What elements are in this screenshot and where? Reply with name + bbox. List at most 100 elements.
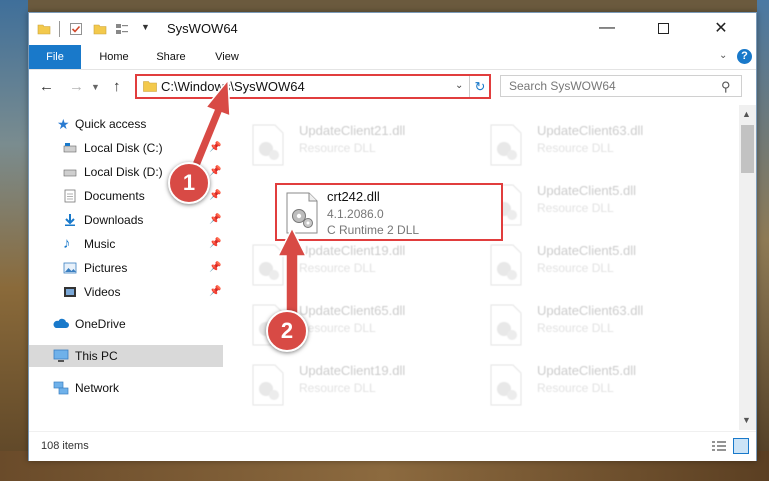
expand-ribbon-chevron-icon[interactable]: ⌄	[719, 50, 727, 61]
address-bar[interactable]: C:\Windows\SysWOW64 ⌄ ↻	[135, 74, 491, 99]
pin-icon[interactable]: 📌	[209, 209, 221, 231]
title-bar: ▼ SysWOW64 — ✕	[29, 13, 756, 45]
dll-file-icon	[490, 364, 522, 406]
sidebar-item-label: This PC	[75, 349, 118, 363]
scroll-down-icon[interactable]: ▼	[742, 415, 751, 425]
pin-icon[interactable]: 📌	[209, 137, 221, 159]
scroll-thumb[interactable]	[741, 125, 754, 173]
sidebar-item-this-pc[interactable]: This PC	[29, 345, 223, 367]
pin-icon[interactable]: 📌	[209, 281, 221, 303]
navigation-pane: ★ Quick access Local Disk (C:) 📌 Local D…	[29, 105, 225, 425]
file-name: UpdateClient5.dll	[537, 363, 637, 378]
cloud-icon	[53, 318, 69, 328]
sidebar-item-music[interactable]: ♪ Music 📌	[29, 233, 223, 255]
sidebar-item-label: Music	[84, 237, 116, 251]
file-type: Resource DLL	[537, 141, 614, 155]
refresh-icon[interactable]: ↻	[469, 76, 490, 97]
sidebar-item-network[interactable]: Network	[29, 377, 223, 399]
pin-icon[interactable]: 📌	[209, 185, 221, 207]
minimize-icon: —	[599, 19, 615, 36]
address-history-chevron-icon[interactable]: ⌄	[455, 80, 463, 91]
up-arrow-icon[interactable]: ↑	[113, 78, 121, 95]
file-name: UpdateClient63.dll	[537, 123, 644, 138]
sidebar-item-label: Local Disk (C:)	[84, 141, 163, 155]
sidebar-item-onedrive[interactable]: OneDrive	[29, 313, 223, 335]
ribbon-tabs: File Home Share View ⌄ ?	[29, 45, 756, 70]
quick-access-divider	[59, 21, 60, 37]
desktop-background-left	[0, 0, 28, 481]
explorer-window: ▼ SysWOW64 — ✕ File Home Share View ⌄ ? …	[28, 12, 757, 461]
sidebar-item-local-disk-c[interactable]: Local Disk (C:) 📌	[29, 137, 223, 159]
sidebar-item-label: Videos	[84, 285, 121, 299]
file-type: Resource DLL	[299, 141, 376, 155]
new-folder-icon[interactable]	[93, 22, 107, 36]
highlighted-file-item[interactable]: crt242.dll 4.1.2086.0 C Runtime 2 DLL	[275, 183, 503, 241]
forward-arrow-icon[interactable]: →	[69, 78, 84, 95]
customize-toolbar-chevron-icon[interactable]: ▼	[141, 22, 150, 32]
folder-icon[interactable]	[37, 22, 51, 36]
file-type: Resource DLL	[299, 321, 376, 335]
list-item[interactable]: UpdateClient63.dll Resource DLL	[465, 297, 695, 355]
list-item[interactable]: UpdateClient5.dll Resource DLL	[465, 237, 695, 295]
search-input[interactable]	[501, 76, 727, 96]
recent-locations-chevron-icon[interactable]: ▼	[91, 82, 100, 92]
sidebar-item-label: Documents	[84, 189, 145, 203]
dll-file-icon	[286, 192, 318, 234]
properties-icon[interactable]	[115, 22, 129, 36]
sidebar-item-label: Quick access	[75, 117, 147, 131]
properties-check-icon[interactable]	[69, 22, 83, 36]
dll-file-icon	[252, 124, 284, 166]
maximize-button[interactable]	[641, 13, 685, 43]
music-icon: ♪	[63, 235, 71, 252]
documents-icon	[64, 189, 76, 203]
tab-home[interactable]: Home	[89, 45, 139, 69]
close-button[interactable]: ✕	[699, 13, 743, 43]
file-list: UpdateClient21.dll Resource DLL UpdateCl…	[227, 105, 738, 430]
list-item[interactable]: UpdateClient63.dll Resource DLL	[465, 117, 695, 175]
back-arrow-icon[interactable]: ←	[39, 78, 54, 95]
minimize-button[interactable]: —	[585, 13, 629, 43]
tab-view[interactable]: View	[205, 45, 249, 69]
sidebar-item-quick-access[interactable]: ★ Quick access	[29, 113, 223, 135]
pin-icon[interactable]: 📌	[209, 161, 221, 183]
list-item[interactable]: UpdateClient19.dll Resource DLL	[227, 357, 457, 415]
maximize-icon	[657, 22, 669, 34]
address-path[interactable]: C:\Windows\SysWOW64	[161, 79, 305, 94]
file-name: UpdateClient19.dll	[299, 363, 406, 378]
file-name: UpdateClient63.dll	[537, 303, 644, 318]
sidebar-item-downloads[interactable]: Downloads 📌	[29, 209, 223, 231]
item-count: 108 items	[41, 440, 89, 452]
pin-icon[interactable]: 📌	[209, 257, 221, 279]
tab-share[interactable]: Share	[147, 45, 195, 69]
sidebar-item-label: Network	[75, 381, 120, 395]
pin-icon[interactable]: 📌	[209, 233, 221, 255]
sidebar-item-videos[interactable]: Videos 📌	[29, 281, 223, 303]
star-icon: ★	[57, 116, 70, 132]
dll-file-icon	[252, 244, 284, 286]
details-view-icon[interactable]	[711, 440, 727, 452]
sidebar-item-pictures[interactable]: Pictures 📌	[29, 257, 223, 279]
callout-two-badge: 2	[266, 310, 308, 352]
file-type: C Runtime 2 DLL	[327, 223, 420, 237]
pictures-icon	[63, 262, 77, 274]
list-item[interactable]: UpdateClient65.dll Resource DLL	[227, 297, 457, 355]
scroll-up-icon[interactable]: ▲	[742, 109, 751, 119]
help-icon[interactable]: ?	[737, 49, 752, 64]
callout-one-badge: 1	[168, 162, 210, 204]
search-box[interactable]: ⚲	[500, 75, 742, 97]
dll-file-icon	[490, 244, 522, 286]
search-icon[interactable]: ⚲	[721, 79, 731, 95]
large-icons-view-icon[interactable]	[733, 438, 749, 454]
dll-file-icon	[252, 364, 284, 406]
dll-file-icon	[490, 304, 522, 346]
file-type: Resource DLL	[537, 321, 614, 335]
tab-file[interactable]: File	[29, 45, 81, 69]
desktop-background-right	[757, 0, 769, 481]
file-name: UpdateClient19.dll	[299, 243, 406, 258]
dll-file-icon	[490, 124, 522, 166]
file-name: UpdateClient5.dll	[537, 183, 637, 198]
list-item[interactable]: UpdateClient19.dll Resource DLL	[227, 237, 457, 295]
vertical-scrollbar[interactable]: ▲ ▼	[739, 105, 756, 430]
list-item[interactable]: UpdateClient21.dll Resource DLL	[227, 117, 457, 175]
list-item[interactable]: UpdateClient5.dll Resource DLL	[465, 357, 695, 415]
